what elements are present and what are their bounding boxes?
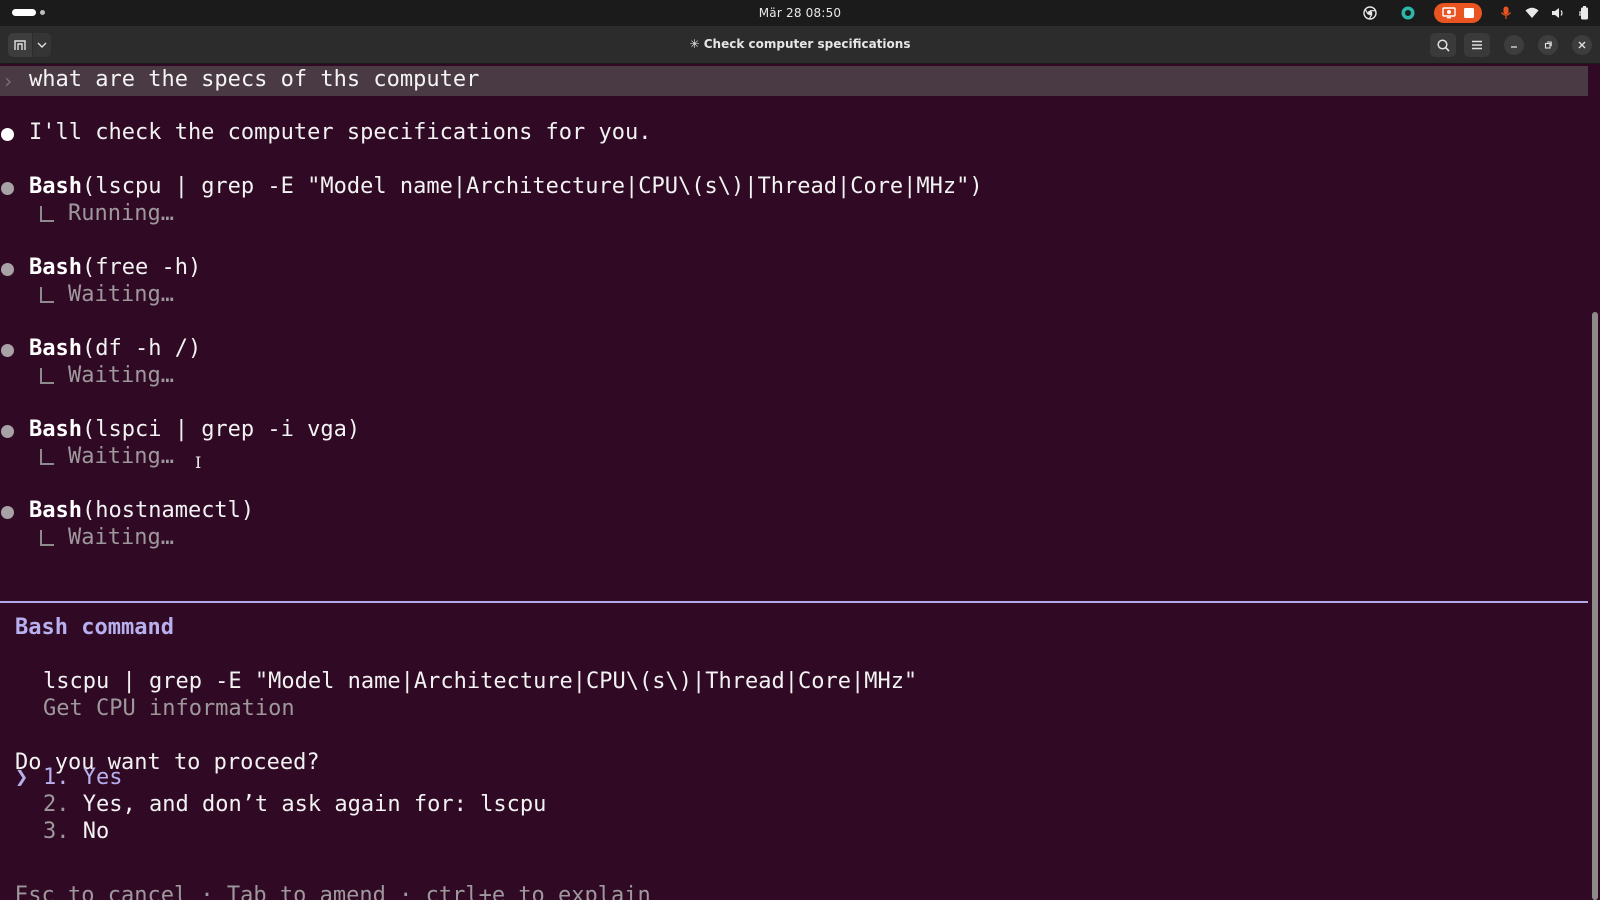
tool-args: (hostnamectl) xyxy=(81,498,255,523)
menu-button[interactable] xyxy=(1464,33,1490,57)
user-prompt-text: what are the specs of ths computer xyxy=(29,67,480,92)
tool-status-line: Waiting… xyxy=(40,524,174,552)
user-prompt-row: › what are the specs of ths computer xyxy=(0,66,1588,96)
tree-elbow-icon xyxy=(40,449,54,465)
terminal-header-bar: ✳ Check computer specifications xyxy=(0,26,1600,64)
screen-recording-indicator[interactable] xyxy=(1434,3,1482,23)
tool-status: Waiting… xyxy=(68,444,174,469)
tree-elbow-icon xyxy=(40,530,54,546)
tool-status-line: Waiting… xyxy=(40,281,174,309)
tool-status-line: Waiting… xyxy=(40,362,174,390)
option-no[interactable]: 3. No xyxy=(15,818,109,845)
option-label: Yes xyxy=(82,765,123,790)
tool-name: Bash xyxy=(29,174,82,199)
chrome-icon[interactable] xyxy=(1360,3,1380,23)
battery-icon[interactable] xyxy=(1574,3,1594,23)
permission-command: lscpu | grep -E "Model name|Architecture… xyxy=(43,669,918,694)
option-label: Yes, and don’t ask again for: lscpu xyxy=(82,792,547,817)
tool-status-bullet-icon xyxy=(1,425,14,438)
mouse-ibeam-cursor-icon: I xyxy=(195,453,202,472)
tool-call-line: Bash(lspci | grep -i vga) xyxy=(29,416,360,444)
permission-divider xyxy=(0,601,1588,603)
reply-bullet-icon xyxy=(1,128,14,141)
tree-elbow-icon xyxy=(40,287,54,303)
maximize-button[interactable] xyxy=(1538,35,1558,55)
system-tray xyxy=(1354,3,1594,23)
selection-cursor-icon: ❯ xyxy=(15,765,29,790)
tool-args: (lscpu | grep -E "Model name|Architectur… xyxy=(81,174,983,199)
tool-call-line: Bash(free -h) xyxy=(29,254,201,282)
system-top-bar: Mär 28 08:50 xyxy=(0,0,1600,26)
microphone-icon[interactable] xyxy=(1496,3,1516,23)
tool-status: Waiting… xyxy=(68,363,174,388)
tool-call-line: Bash(hostnamectl) xyxy=(29,497,254,525)
prompt-caret-icon: › xyxy=(2,69,15,93)
tool-args: (df -h /) xyxy=(81,336,202,361)
option-number: 1. xyxy=(43,765,70,790)
tool-status: Waiting… xyxy=(68,525,174,550)
option-number: 2. xyxy=(43,792,70,817)
tool-status-bullet-icon xyxy=(1,182,14,195)
option-number: 3. xyxy=(43,819,70,844)
stop-record-icon xyxy=(1464,8,1474,18)
volume-icon[interactable] xyxy=(1548,3,1568,23)
close-icon xyxy=(1578,41,1586,49)
tool-status-bullet-icon xyxy=(1,344,14,357)
tool-status-line: Waiting… xyxy=(40,443,174,471)
terminal-scrollbar[interactable] xyxy=(1590,64,1600,900)
option-yes-dont-ask-again[interactable]: 2. Yes, and don’t ask again for: lscpu xyxy=(15,791,546,818)
assistant-reply: I'll check the computer specifications f… xyxy=(29,120,652,145)
scrollbar-thumb[interactable] xyxy=(1592,312,1598,900)
tool-status-bullet-icon xyxy=(1,506,14,519)
minimize-button[interactable] xyxy=(1504,35,1524,55)
option-yes[interactable]: ❯ 1. Yes xyxy=(15,764,123,791)
tool-name: Bash xyxy=(29,417,82,442)
screen-record-icon xyxy=(1442,7,1456,19)
tool-args: (free -h) xyxy=(81,255,202,280)
tool-call-line: Bash(lscpu | grep -E "Model name|Archite… xyxy=(29,173,983,201)
search-icon xyxy=(1436,38,1450,52)
tool-call-line: Bash(df -h /) xyxy=(29,335,201,363)
window-title: ✳ Check computer specifications xyxy=(689,37,911,51)
wifi-icon[interactable] xyxy=(1522,3,1542,23)
tool-name: Bash xyxy=(29,498,82,523)
tool-name: Bash xyxy=(29,255,82,280)
permission-footer-hint: Esc to cancel · Tab to amend · ctrl+e to… xyxy=(15,883,651,900)
permission-description: Get CPU information xyxy=(43,696,295,721)
tool-name: Bash xyxy=(29,336,82,361)
tool-status-bullet-icon xyxy=(1,263,14,276)
terminal-output[interactable]: › what are the specs of ths computer I'l… xyxy=(0,64,1600,900)
tree-elbow-icon xyxy=(40,368,54,384)
minimize-icon xyxy=(1511,46,1517,48)
tool-status-line: Running… xyxy=(40,200,174,228)
tool-status: Running… xyxy=(68,201,174,226)
app-status-icon[interactable] xyxy=(1398,3,1418,23)
permission-title: Bash command xyxy=(15,615,174,640)
tool-status: Waiting… xyxy=(68,282,174,307)
tree-elbow-icon xyxy=(40,206,54,222)
close-button[interactable] xyxy=(1572,35,1592,55)
tool-args: (lspci | grep -i vga) xyxy=(81,417,361,442)
search-button[interactable] xyxy=(1430,33,1456,57)
hamburger-menu-icon xyxy=(1472,40,1482,50)
maximize-icon xyxy=(1544,41,1552,49)
option-label: No xyxy=(82,819,110,844)
